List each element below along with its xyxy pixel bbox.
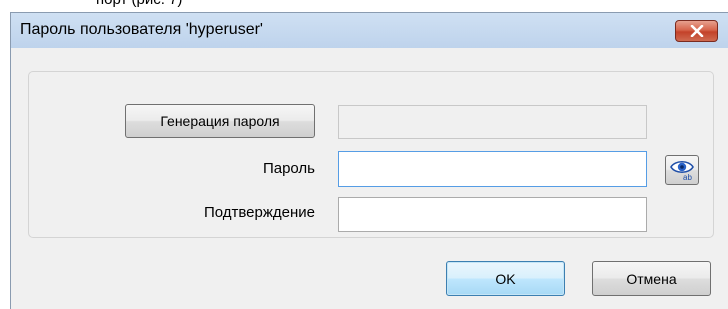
show-password-button[interactable]: ab	[665, 155, 699, 185]
password-label: Пароль	[262, 160, 315, 177]
confirm-label: Подтверждение	[203, 204, 315, 221]
cancel-button[interactable]: Отмена	[592, 261, 711, 296]
confirm-input[interactable]	[338, 197, 647, 232]
background-window-strip: порт (рис. 7)	[0, 0, 728, 12]
password-input[interactable]	[338, 151, 647, 187]
generate-password-button[interactable]: Генерация пароля	[125, 104, 315, 138]
password-dialog: Пароль пользователя 'hyperuser' Генераци…	[10, 12, 728, 309]
show-password-subtext: ab	[683, 173, 692, 181]
ok-button[interactable]: OK	[446, 261, 565, 296]
dialog-title: Пароль пользователя 'hyperuser'	[20, 21, 263, 38]
background-title-fragment: порт (рис. 7)	[96, 0, 182, 8]
titlebar[interactable]: Пароль пользователя 'hyperuser'	[11, 13, 728, 48]
generated-password-field	[338, 105, 647, 139]
close-icon	[690, 25, 703, 37]
form-panel: Генерация пароля Пароль ab Подтверждение	[28, 71, 714, 238]
close-button[interactable]	[675, 20, 718, 42]
eye-icon: ab	[670, 160, 694, 181]
